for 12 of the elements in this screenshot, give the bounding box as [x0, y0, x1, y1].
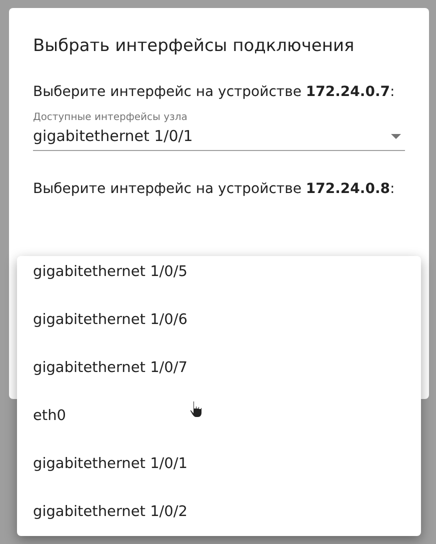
- menu-item[interactable]: gigabitethernet 1/0/5: [17, 256, 421, 296]
- dialog-title: Выбрать интерфейсы подключения: [33, 36, 356, 56]
- device-prompt: Выберите интерфейс на устройстве 172.24.0.8:: [33, 181, 396, 197]
- field-label: Доступные интерфейсы узла: [33, 112, 188, 123]
- menu-item[interactable]: gigabitethernet 1/0/1: [17, 440, 421, 488]
- menu-item[interactable]: eth0: [17, 392, 421, 440]
- device-prompt: Выберите интерфейс на устройстве 172.24.0.7:: [33, 84, 396, 100]
- menu-item[interactable]: gigabitethernet 1/0/6: [17, 296, 421, 344]
- caret-icon: [391, 134, 401, 138]
- interface-select[interactable]: gigabitethernet 1/0/1: [33, 123, 405, 151]
- menu-item[interactable]: gigabitethernet 1/0/2: [17, 488, 421, 536]
- menu-item[interactable]: gigabitethernet 1/0/7: [17, 344, 421, 392]
